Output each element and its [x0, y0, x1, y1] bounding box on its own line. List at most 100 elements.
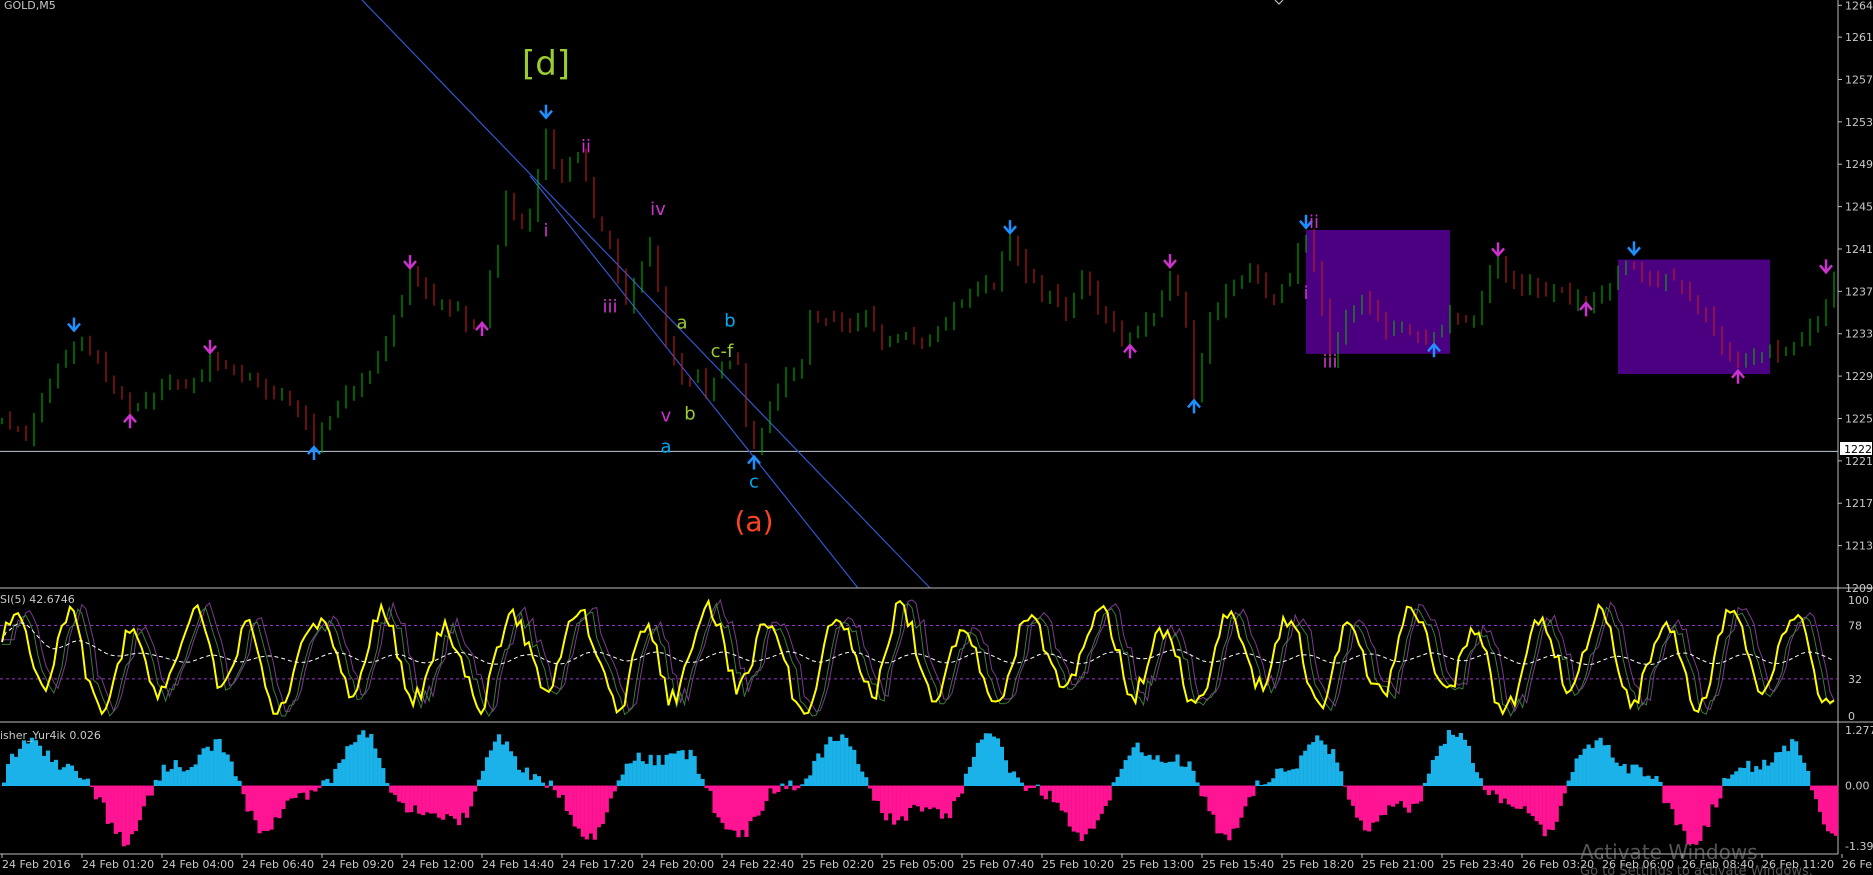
- fisher-bar: [1554, 785, 1559, 822]
- fisher-bar: [612, 785, 617, 792]
- price-tick-label: 1237: [1845, 285, 1873, 298]
- fisher-bar: [604, 785, 609, 813]
- fisher-bar: [963, 773, 969, 787]
- fisher-bar: [301, 785, 306, 793]
- fisher-bar: [672, 753, 677, 787]
- fisher-bar: [1762, 759, 1767, 787]
- fisher-bar: [1075, 785, 1080, 833]
- time-tick-label: 26 Feb 1: [1842, 858, 1873, 871]
- fisher-bar: [289, 785, 294, 799]
- fisher-bar: [373, 748, 378, 787]
- fisher-bar: [820, 757, 825, 787]
- highlight-rectangle[interactable]: [1306, 229, 1450, 354]
- fisher-bar: [696, 773, 701, 787]
- fisher-bar: [1790, 739, 1795, 787]
- fisher-bar: [1430, 759, 1436, 787]
- fisher-bar: [804, 778, 809, 787]
- fisher-bar: [1131, 747, 1136, 787]
- fisher-bar: [852, 749, 857, 787]
- fisher-bar: [955, 785, 961, 798]
- fisher-bar: [1135, 742, 1140, 787]
- fisher-bar: [1091, 785, 1096, 829]
- fisher-bar: [257, 785, 262, 834]
- fisher-bar: [1478, 778, 1483, 787]
- fisher-bar: [1818, 785, 1823, 812]
- wave-label: v: [661, 406, 672, 427]
- fisher-bar: [916, 785, 921, 807]
- fisher-bar: [1203, 785, 1208, 797]
- time-tick-label: 25 Feb 15:40: [1202, 858, 1274, 871]
- trading-chart[interactable]: [d]iiiiviiia bc-fv bac(a)iiiiii GOLD,M5 12…: [0, 0, 1873, 875]
- fisher-bar: [908, 785, 913, 808]
- fisher-bar: [241, 785, 246, 795]
- fisher-bar: [1830, 785, 1835, 834]
- fisher-bar: [1007, 772, 1013, 787]
- fisher-bar: [1786, 751, 1791, 787]
- fisher-bar: [1355, 785, 1360, 818]
- fisher-bar: [237, 780, 242, 787]
- fisher-indicator-label: isher_Yur4ik 0.026: [0, 729, 101, 742]
- fisher-bar: [33, 740, 39, 787]
- fisher-bar: [393, 785, 398, 795]
- time-tick-label: 25 Feb 10:20: [1042, 858, 1114, 871]
- fisher-bar: [1746, 760, 1751, 787]
- fisher-bar: [592, 785, 597, 840]
- fisher-bar: [1802, 762, 1807, 787]
- fisher-bar: [1167, 761, 1172, 787]
- fisher-tick-label: 0.00: [1845, 780, 1870, 793]
- fisher-bar: [437, 785, 442, 818]
- fisher-bar: [1658, 781, 1663, 787]
- fisher-bar: [317, 785, 322, 788]
- price-tick-label: 1225: [1845, 412, 1873, 425]
- wave-label: c: [749, 471, 759, 492]
- time-tick-label: 25 Feb 07:40: [962, 858, 1034, 871]
- fisher-bar: [971, 756, 977, 787]
- fisher-bar: [1095, 785, 1100, 821]
- fisher-bar: [361, 730, 366, 787]
- fisher-bar: [1626, 773, 1631, 787]
- fisher-bar: [844, 737, 849, 787]
- fisher-bar: [1458, 733, 1464, 787]
- fisher-bar: [1099, 785, 1104, 814]
- fisher-bar: [1019, 782, 1024, 787]
- fisher-bar: [1494, 785, 1499, 795]
- rsi-indicator-label: SI(5) 42.6746: [0, 593, 75, 606]
- fisher-bar: [800, 784, 805, 787]
- fisher-bar: [1462, 739, 1468, 787]
- fisher-bar: [1610, 757, 1615, 787]
- fisher-bar: [1079, 785, 1084, 841]
- fisher-bar: [369, 734, 374, 787]
- fisher-bar: [752, 785, 757, 817]
- fisher-bar: [1534, 785, 1539, 822]
- wave-label: (a): [734, 505, 773, 538]
- fisher-bar: [273, 785, 278, 818]
- time-tick-label: 24 Feb 01:20: [82, 858, 154, 871]
- fisher-bar: [1299, 755, 1304, 787]
- fisher-bar: [1071, 785, 1076, 832]
- fisher-bar: [409, 785, 414, 813]
- time-tick-label: 25 Feb 21:00: [1362, 858, 1434, 871]
- fisher-bar: [181, 771, 186, 787]
- fisher-bar: [1546, 785, 1551, 830]
- fisher-bar: [796, 785, 801, 789]
- fisher-bar: [401, 785, 406, 804]
- fisher-bar: [1219, 785, 1224, 834]
- fisher-bar: [943, 785, 949, 814]
- highlight-rectangle[interactable]: [1618, 259, 1770, 374]
- fisher-bar: [1798, 755, 1803, 787]
- fisher-bar: [1151, 759, 1156, 787]
- fisher-bar: [457, 785, 462, 826]
- wave-label: b: [724, 310, 735, 331]
- fisher-bar: [1506, 785, 1511, 805]
- fisher-bar: [1083, 785, 1088, 835]
- fisher-bar: [600, 785, 605, 824]
- price-tick-label: 1217: [1845, 497, 1873, 510]
- fisher-bar: [1051, 785, 1056, 803]
- fisher-bar: [1390, 785, 1396, 807]
- fisher-bar: [740, 785, 745, 830]
- fisher-bar: [329, 782, 334, 787]
- fisher-bar: [1175, 754, 1180, 787]
- time-tick-label: 24 Feb 2016: [2, 858, 70, 871]
- fisher-bar: [1770, 762, 1775, 787]
- fisher-bar: [700, 778, 705, 787]
